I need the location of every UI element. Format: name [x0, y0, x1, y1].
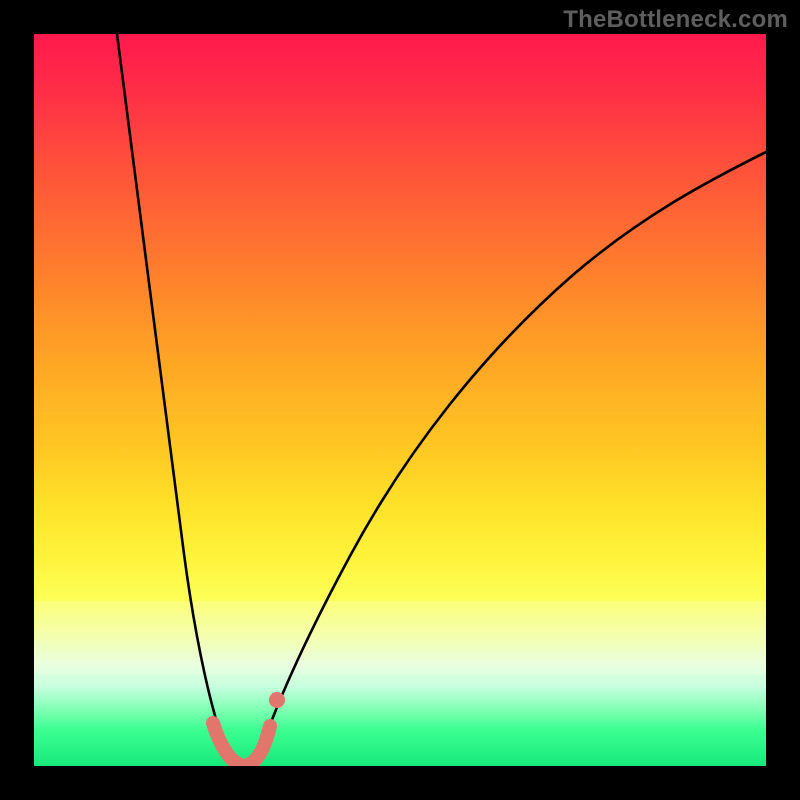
- curve-layer: [34, 34, 766, 766]
- watermark-text: TheBottleneck.com: [563, 6, 788, 34]
- plot-area: [34, 34, 766, 766]
- marker-dot-icon: [269, 692, 285, 708]
- left-curve: [117, 34, 243, 766]
- right-curve: [248, 152, 766, 766]
- marker-trail: [213, 723, 270, 766]
- chart-frame: TheBottleneck.com: [0, 0, 800, 800]
